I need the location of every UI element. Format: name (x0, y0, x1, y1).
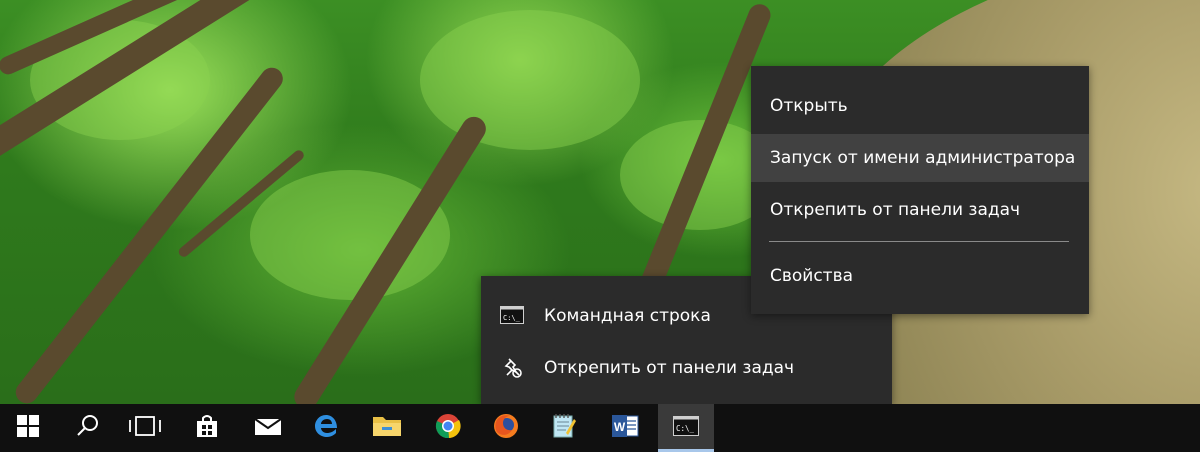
firefox-button[interactable] (478, 404, 534, 452)
firefox-icon (493, 413, 519, 443)
search-button[interactable] (60, 404, 116, 452)
mail-button[interactable] (240, 404, 296, 452)
jump-list-item-label: Открепить от панели задач (544, 358, 795, 378)
word-button[interactable]: W (597, 404, 653, 452)
word-icon: W (611, 413, 639, 443)
menu-item-label: Открыть (770, 96, 848, 116)
unpin-icon (499, 356, 525, 380)
cmd-icon: C:\_ (673, 416, 699, 440)
cmd-icon: C:\_ (499, 304, 525, 326)
svg-text:C:\_: C:\_ (503, 314, 521, 322)
notepad-button[interactable] (536, 404, 592, 452)
mail-icon (254, 416, 282, 440)
windows-logo-icon (17, 415, 39, 441)
start-button[interactable] (0, 404, 56, 452)
cmd-button[interactable]: C:\_ (658, 404, 714, 452)
store-button[interactable] (179, 404, 235, 452)
menu-item-label: Запуск от имени администратора (770, 148, 1076, 168)
menu-separator (769, 241, 1069, 242)
svg-text:W: W (614, 420, 626, 434)
menu-item-run-as-admin[interactable]: Запуск от имени администратора (751, 134, 1089, 182)
menu-item-properties[interactable]: Свойства (751, 252, 1089, 300)
svg-text:C:\_: C:\_ (676, 424, 695, 433)
context-menu: Открыть Запуск от имени администратора О… (751, 66, 1089, 314)
task-view-button[interactable] (117, 404, 173, 452)
chrome-button[interactable] (420, 404, 476, 452)
menu-item-label: Открепить от панели задач (770, 200, 1021, 220)
menu-item-open[interactable]: Открыть (751, 82, 1089, 130)
taskbar: W C:\_ (0, 404, 1200, 452)
foliage (420, 10, 640, 150)
file-explorer-button[interactable] (359, 404, 415, 452)
menu-item-unpin[interactable]: Открепить от панели задач (751, 186, 1089, 234)
task-view-icon (128, 415, 162, 441)
store-bag-icon (195, 414, 219, 442)
notepad-icon (552, 413, 576, 443)
folder-icon (372, 414, 402, 442)
edge-icon (313, 413, 339, 443)
search-icon (76, 414, 100, 442)
jump-list-item-unpin[interactable]: Открепить от панели задач (481, 344, 892, 392)
menu-item-label: Свойства (770, 266, 854, 286)
edge-button[interactable] (298, 404, 354, 452)
jump-list-item-label: Командная строка (544, 306, 711, 326)
chrome-icon (435, 413, 461, 443)
